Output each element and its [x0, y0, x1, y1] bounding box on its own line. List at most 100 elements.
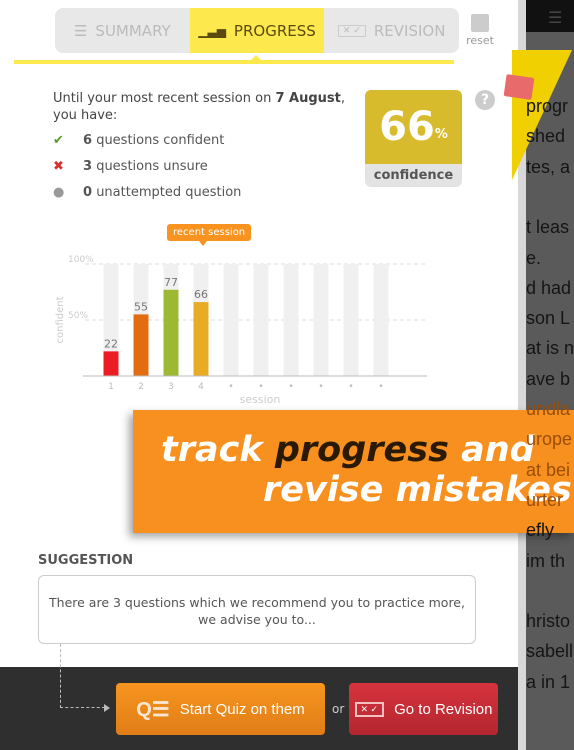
background-text-line: a in 1	[526, 672, 571, 692]
confidence-unit: %	[434, 126, 448, 142]
suggestion-heading: SUGGESTION	[38, 553, 134, 568]
bar-track	[223, 264, 239, 376]
confidence-label: confidence	[373, 168, 454, 183]
suggestion-box: There are 3 questions which we recommend…	[38, 575, 476, 644]
bar-track	[313, 264, 329, 376]
background-text-line: efly	[526, 520, 555, 540]
list-icon: ☰	[73, 21, 88, 40]
stat-count: 6	[83, 133, 93, 148]
y-tick-label: 50%	[68, 311, 88, 321]
reset-icon	[471, 14, 489, 32]
background-text-line: ave b	[526, 369, 571, 389]
x-tick-label: 3	[168, 382, 174, 392]
x-axis-label: session	[240, 393, 281, 406]
background-text-line: at is n	[526, 338, 574, 358]
sticky-note-icon[interactable]	[503, 74, 535, 100]
background-text-line: undla	[526, 399, 571, 419]
background-text-line: urter	[526, 490, 564, 510]
revision-icon: ✕ ✓	[354, 701, 385, 717]
background-text-line: t leas	[526, 217, 570, 237]
data-label: 66	[194, 288, 208, 301]
data-label: 22	[104, 337, 118, 350]
start-quiz-label: Start Quiz on them	[179, 700, 305, 718]
stat-unsure: ✖ 3 questions unsure	[53, 159, 208, 174]
data-label: 55	[134, 300, 148, 313]
x-tick-label: •	[348, 382, 353, 392]
background-text: progr shed tes, a t leas e. d had son L …	[526, 0, 574, 750]
bar	[193, 302, 209, 376]
background-text-line: hristo	[526, 611, 571, 631]
stat-label: unattempted question	[96, 185, 242, 200]
background-text-line: progr	[526, 96, 569, 116]
background-text-line: d had	[526, 278, 572, 298]
confidence-value: 66	[379, 104, 435, 150]
progress-chart: 100%50%221552773664 • • • • • •sessionconfiden…	[55, 255, 427, 406]
reset-label: reset	[466, 34, 494, 47]
x-tick-label: 1	[108, 382, 114, 392]
or-label: or	[332, 702, 345, 716]
y-tick-label: 100%	[68, 255, 94, 265]
intro-date: 7 August	[275, 91, 341, 106]
intro-text: Until your most recent session on 7 Augu…	[53, 90, 353, 124]
data-label: 77	[164, 276, 178, 289]
stat-label: questions confident	[96, 133, 225, 148]
go-to-revision-label: Go to Revision	[394, 700, 493, 718]
stat-count: 0	[83, 185, 93, 200]
check-icon: ✔	[53, 133, 64, 148]
bar-track	[373, 264, 389, 376]
background-text-line: sabell	[526, 641, 574, 661]
x-tick-label: 4	[198, 382, 204, 392]
x-tick-label: •	[318, 382, 323, 392]
tab-bar: ☰ SUMMARY ▁▃▅ PROGRESS ✕ ✓ REVISION	[55, 8, 459, 53]
cross-icon: ✖	[53, 159, 64, 174]
background-text-line: at bei	[526, 460, 571, 480]
stat-label: questions unsure	[96, 159, 208, 174]
bar-track	[253, 264, 269, 376]
bar-track	[343, 264, 359, 376]
tab-label: PROGRESS	[233, 21, 316, 40]
bar	[133, 314, 149, 376]
quiz-icon: Q☰	[136, 698, 170, 721]
dot-icon: ●	[53, 185, 65, 200]
go-to-revision-button[interactable]: ✕ ✓ Go to Revision	[349, 683, 498, 735]
tab-label: REVISION	[373, 21, 446, 40]
bar-chart-icon: ▁▃▅	[198, 23, 226, 38]
arrow-icon	[104, 704, 110, 712]
stat-unattempted: ● 0 unattempted question	[53, 185, 241, 200]
confidence-card: 66% confidence	[365, 90, 462, 187]
start-quiz-button[interactable]: Q☰ Start Quiz on them	[116, 683, 325, 735]
tab-underline	[14, 60, 454, 64]
bar-track	[283, 264, 299, 376]
banner-text: track	[161, 430, 275, 470]
promo-banner: track progress and revise mistakes	[133, 410, 574, 533]
recent-session-tooltip: recent session	[167, 224, 252, 246]
tab-pointer	[250, 55, 262, 61]
background-text-line: tes, a	[526, 157, 571, 177]
x-tick-label: •	[288, 382, 293, 392]
stat-count: 3	[83, 159, 93, 174]
tab-progress[interactable]: ▁▃▅ PROGRESS	[189, 8, 325, 53]
background-text-line: son L	[526, 308, 571, 328]
connector-line	[60, 644, 105, 708]
revision-icon: ✕ ✓	[337, 24, 366, 37]
stat-confident: ✔ 6 questions confident	[53, 133, 224, 148]
tab-revision[interactable]: ✕ ✓ REVISION	[324, 8, 459, 53]
background-text-line: shed	[526, 126, 566, 146]
progress-panel: ☰ SUMMARY ▁▃▅ PROGRESS ✕ ✓ REVISION reset U…	[0, 0, 518, 750]
background-text-line: e.	[526, 248, 542, 268]
bar	[163, 289, 179, 376]
tab-label: SUMMARY	[95, 21, 171, 40]
y-axis-label: confident	[55, 296, 66, 343]
reset-button[interactable]: reset	[466, 14, 494, 47]
help-icon[interactable]: ?	[475, 90, 495, 110]
intro-prefix: Until your most recent session on	[53, 91, 276, 106]
bar	[103, 351, 119, 376]
x-tick-label: •	[228, 382, 233, 392]
x-tick-label: •	[378, 382, 383, 392]
banner-highlight: progress	[274, 430, 449, 470]
x-tick-label: 2	[138, 382, 144, 392]
background-text-line: im th	[526, 551, 566, 571]
x-tick-label: •	[258, 382, 263, 392]
banner-text: and	[448, 430, 535, 470]
tab-summary[interactable]: ☰ SUMMARY	[55, 8, 190, 53]
